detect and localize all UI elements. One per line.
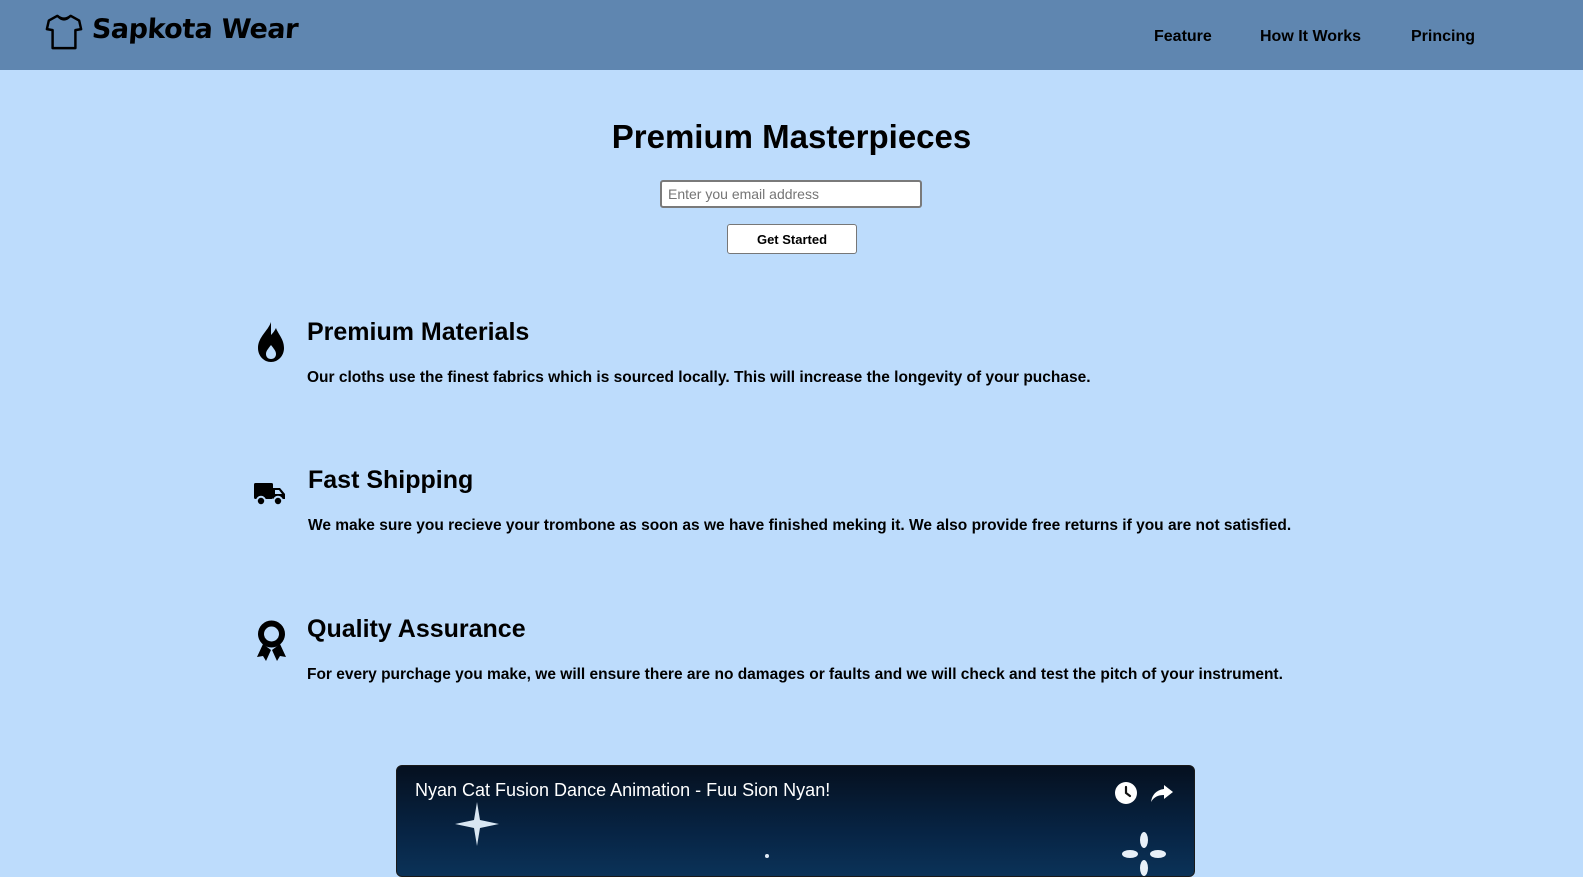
sparkle-icon: [455, 802, 499, 846]
feature-text: For every purchage you make, we will ens…: [307, 666, 1283, 683]
site-header: Sapkota Wear Feature How It Works Princi…: [0, 0, 1583, 70]
nav-link-pricing[interactable]: Princing: [1411, 28, 1475, 46]
brand-name[interactable]: Sapkota Wear: [91, 14, 299, 45]
video-title[interactable]: Nyan Cat Fusion Dance Animation - Fuu Si…: [415, 780, 830, 801]
feature-title: Fast Shipping: [308, 466, 474, 494]
feature-title: Quality Assurance: [307, 615, 526, 643]
hero-title: Premium Masterpieces: [611, 118, 972, 155]
truck-icon: [254, 483, 285, 507]
share-icon[interactable]: [1149, 780, 1175, 806]
video-embed[interactable]: Nyan Cat Fusion Dance Animation - Fuu Si…: [396, 765, 1195, 877]
nav-link-feature[interactable]: Feature: [1154, 28, 1212, 46]
star-dot: [765, 854, 769, 858]
email-input[interactable]: [660, 180, 922, 208]
get-started-button[interactable]: Get Started: [727, 224, 857, 254]
nav-link-how-it-works[interactable]: How It Works: [1260, 28, 1361, 46]
tshirt-icon[interactable]: [45, 13, 83, 51]
watch-later-icon[interactable]: [1113, 780, 1139, 806]
feature-text: We make sure you recieve your trombone a…: [308, 517, 1292, 534]
award-icon: [257, 620, 286, 661]
feature-title: Premium Materials: [307, 318, 530, 346]
sparkle-icon: [1122, 832, 1166, 876]
feature-text: Our cloths use the finest fabrics which …: [307, 369, 1091, 386]
fire-icon: [258, 322, 284, 362]
